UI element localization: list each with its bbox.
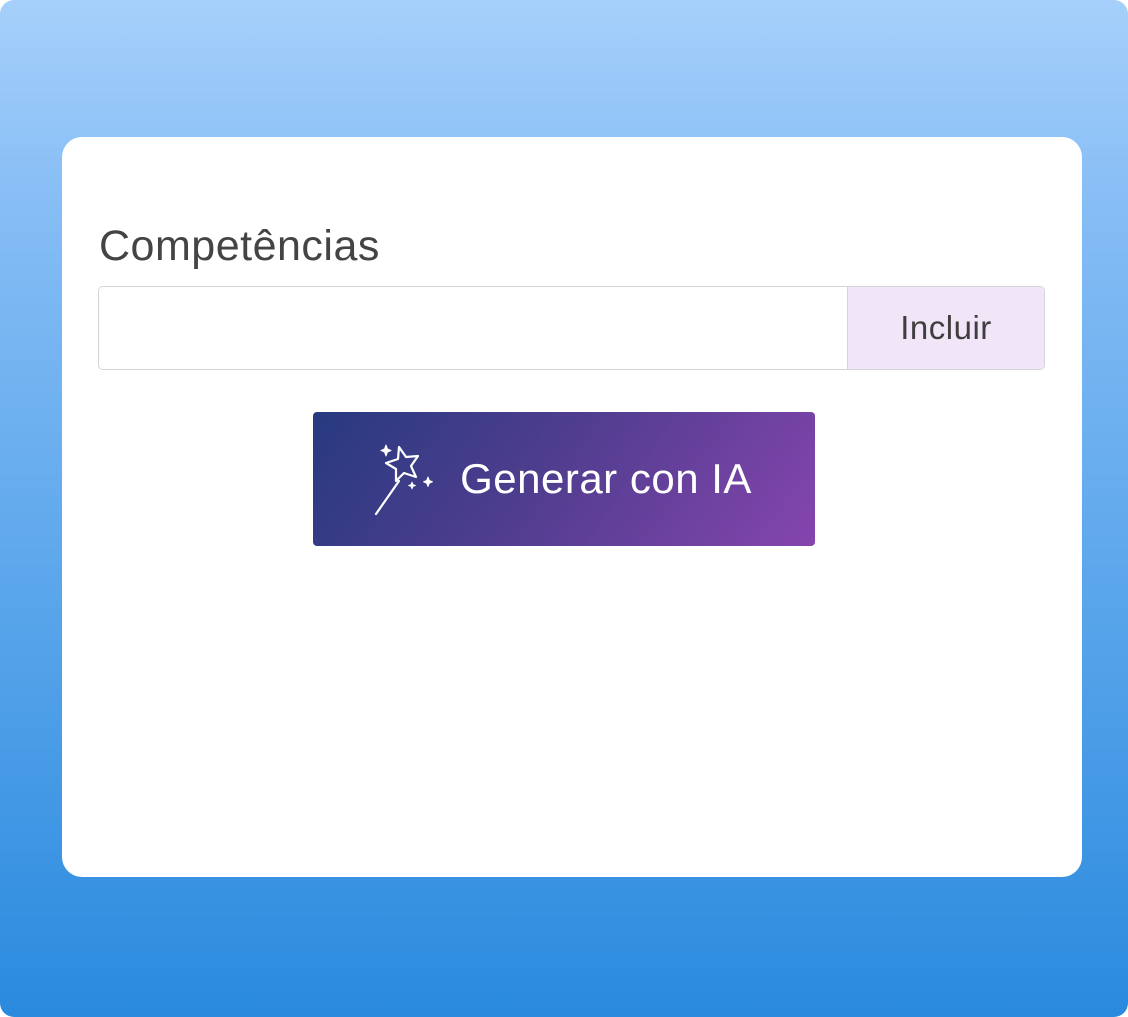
competencias-input-group: Incluir — [98, 286, 1045, 370]
generate-with-ai-button[interactable]: Generar con IA — [313, 412, 815, 546]
page-background: Competências Incluir Generar con IA — [0, 0, 1128, 1017]
competencias-input[interactable] — [99, 287, 847, 369]
generate-with-ai-label: Generar con IA — [460, 455, 752, 502]
incluir-button[interactable]: Incluir — [847, 287, 1044, 369]
competencias-label: Competências — [99, 222, 380, 270]
magic-wand-icon — [374, 444, 434, 516]
form-card: Competências Incluir Generar con IA — [62, 137, 1082, 877]
